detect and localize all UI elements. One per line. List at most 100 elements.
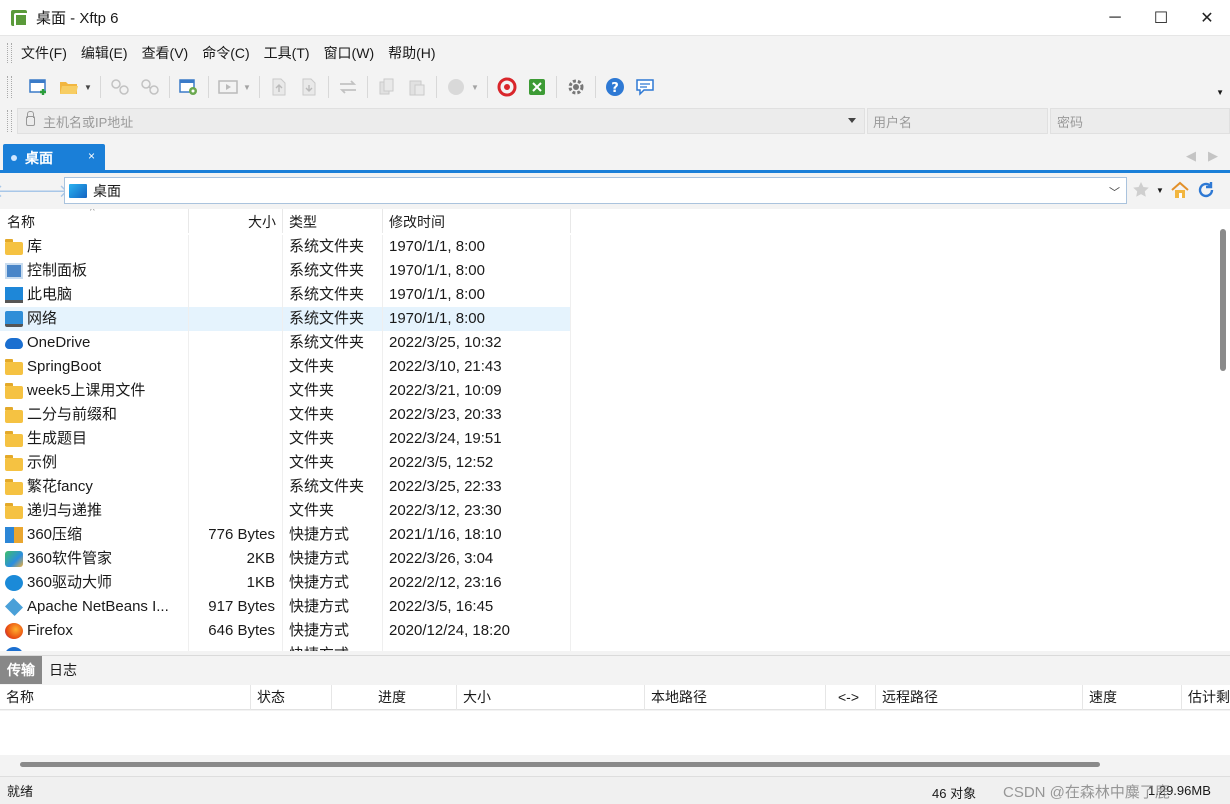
file-row[interactable]: week5上课用文件 文件夹 2022/3/21, 10:09 (0, 379, 571, 403)
column-header-modified[interactable]: 修改时间 (383, 209, 571, 233)
host-dropdown-icon[interactable] (848, 118, 856, 123)
column-header-size[interactable]: 大小 (189, 209, 283, 233)
tab-scroll-left-icon[interactable]: ◀ (1186, 148, 1196, 164)
file-name: Apache NetBeans I... (27, 598, 169, 615)
transfer-col-direction[interactable]: <-> (826, 685, 876, 710)
tab-close-icon[interactable]: × (88, 149, 95, 163)
open-folder-icon[interactable] (57, 75, 81, 99)
file-modified: 2022/3/12, 23:30 (383, 499, 571, 523)
properties-icon[interactable] (177, 75, 201, 99)
file-modified: 2022/3/23, 20:33 (383, 403, 571, 427)
file-row[interactable]: 360压缩 776 Bytes 快捷方式 2021/1/16, 18:10 (0, 523, 571, 547)
path-input[interactable]: 桌面 ﹀ (64, 177, 1127, 204)
transfer-col-progress[interactable]: 进度 (332, 685, 457, 710)
transfer-col-speed[interactable]: 速度 (1083, 685, 1182, 710)
copy-icon[interactable] (375, 75, 399, 99)
toolbar-separator (208, 76, 209, 98)
download-icon[interactable] (297, 75, 321, 99)
minimize-button[interactable]: ─ (1092, 0, 1138, 36)
folder-icon (5, 430, 23, 447)
help-icon[interactable]: ? (603, 75, 627, 99)
favorite-star-icon[interactable] (1132, 181, 1150, 199)
file-name-cell: Apache NetBeans I... (0, 595, 189, 619)
settings-gear-icon[interactable] (564, 75, 588, 99)
transfer-col-size[interactable]: 大小 (457, 685, 645, 710)
menu-tools[interactable]: 工具(T) (257, 41, 317, 65)
file-type: 文件夹 (283, 427, 383, 451)
vertical-scrollbar[interactable] (1216, 209, 1230, 651)
password-input[interactable]: 密码 (1050, 108, 1230, 134)
host-address-input[interactable]: 主机名或IP地址 (17, 108, 865, 134)
menu-window[interactable]: 窗口(W) (317, 41, 382, 65)
file-row[interactable]: SpringBoot 文件夹 2022/3/10, 21:43 (0, 355, 571, 379)
file-row[interactable]: 360软件管家 2KB 快捷方式 2022/3/26, 3:04 (0, 547, 571, 571)
transfer-col-name[interactable]: 名称 (0, 685, 251, 710)
file-row[interactable]: 此电脑 系统文件夹 1970/1/1, 8:00 (0, 283, 571, 307)
terminal-dropdown-icon[interactable]: ▼ (243, 75, 251, 99)
globe-dropdown-icon[interactable]: ▼ (471, 75, 479, 99)
horizontal-scrollbar[interactable] (0, 757, 1230, 771)
session-tab-label: 桌面 (25, 149, 53, 166)
file-row[interactable]: 示例 文件夹 2022/3/5, 12:52 (0, 451, 571, 475)
close-window-button[interactable]: ✕ (1184, 0, 1230, 36)
column-header-name[interactable]: ^ 名称 (0, 209, 189, 233)
file-name-cell: 360软件管家 (0, 547, 189, 571)
file-row[interactable]: 生成题目 文件夹 2022/3/24, 19:51 (0, 427, 571, 451)
sync-icon[interactable] (336, 75, 360, 99)
file-row[interactable]: 网络 系统文件夹 1970/1/1, 8:00 (0, 307, 571, 331)
forward-arrow-icon[interactable]: 🡒 (21, 180, 69, 202)
path-dropdown-icon[interactable]: ﹀ (1109, 184, 1120, 200)
refresh-icon[interactable] (1196, 180, 1216, 200)
transfer-col-local-path[interactable]: 本地路径 (645, 685, 826, 710)
horizontal-scrollbar-thumb[interactable] (20, 762, 1100, 767)
transfer-col-eta[interactable]: 估计剩 (1182, 685, 1230, 710)
menu-command[interactable]: 命令(C) (195, 41, 256, 65)
menu-file[interactable]: 文件(F) (14, 41, 74, 65)
file-row[interactable]: 二分与前缀和 文件夹 2022/3/23, 20:33 (0, 403, 571, 427)
column-header-type[interactable]: 类型 (283, 209, 383, 233)
favorite-dropdown-icon[interactable]: ▼ (1156, 186, 1164, 195)
disconnect-icon[interactable] (138, 75, 162, 99)
chat-icon[interactable] (633, 75, 657, 99)
file-row[interactable]: 控制面板 系统文件夹 1970/1/1, 8:00 (0, 259, 571, 283)
menu-bar: 文件(F) 编辑(E) 查看(V) 命令(C) 工具(T) 窗口(W) 帮助(H… (0, 37, 1230, 69)
file-size (189, 307, 283, 331)
menu-view[interactable]: 查看(V) (135, 41, 196, 65)
upload-icon[interactable] (267, 75, 291, 99)
file-row[interactable]: 递归与递推 文件夹 2022/3/12, 23:30 (0, 499, 571, 523)
transfer-col-remote-path[interactable]: 远程路径 (876, 685, 1083, 710)
menu-edit[interactable]: 编辑(E) (74, 41, 135, 65)
file-name-cell: 二分与前缀和 (0, 403, 189, 427)
username-input[interactable]: 用户名 (867, 108, 1048, 134)
transfer-header: 名称 状态 进度 大小 本地路径 <-> 远程路径 速度 估计剩 (0, 685, 1230, 710)
tab-transfer[interactable]: 传输 (0, 655, 42, 684)
new-session-icon[interactable] (27, 75, 51, 99)
file-type: 系统文件夹 (283, 307, 383, 331)
file-name: Firefox (27, 622, 73, 639)
terminal-icon[interactable] (216, 75, 240, 99)
file-row[interactable]: 繁花fancy 系统文件夹 2022/3/25, 22:33 (0, 475, 571, 499)
file-row[interactable]: 360驱动大师 1KB 快捷方式 2022/2/12, 23:16 (0, 571, 571, 595)
file-row[interactable]: OneDrive 系统文件夹 2022/3/25, 10:32 (0, 331, 571, 355)
menu-help[interactable]: 帮助(H) (381, 41, 442, 65)
maximize-button[interactable]: ☐ (1138, 0, 1184, 36)
file-row[interactable]: Firefox 646 Bytes 快捷方式 2020/12/24, 18:20 (0, 619, 571, 643)
svg-text:?: ? (611, 81, 619, 96)
paste-icon[interactable] (405, 75, 429, 99)
tab-scroll-right-icon[interactable]: ▶ (1208, 148, 1218, 164)
file-row[interactable]: Apache NetBeans I... 917 Bytes 快捷方式 2022/3/… (0, 595, 571, 619)
connect-icon[interactable] (108, 75, 132, 99)
file-modified (383, 643, 571, 651)
globe-icon[interactable] (444, 75, 468, 99)
xshell-icon[interactable] (495, 75, 519, 99)
vertical-scrollbar-thumb[interactable] (1220, 229, 1226, 371)
file-row[interactable]: 库 系统文件夹 1970/1/1, 8:00 (0, 235, 571, 259)
session-tab-desktop[interactable]: 桌面 × (3, 144, 105, 171)
xftp-icon[interactable] (525, 75, 549, 99)
tab-log[interactable]: 日志 (42, 656, 84, 684)
home-icon[interactable] (1170, 181, 1190, 199)
transfer-col-status[interactable]: 状态 (251, 685, 332, 710)
file-row[interactable]: 快捷方式 (0, 643, 571, 651)
toolbar-overflow-icon[interactable]: ▼ (1216, 88, 1224, 97)
open-dropdown-icon[interactable]: ▼ (84, 75, 92, 99)
